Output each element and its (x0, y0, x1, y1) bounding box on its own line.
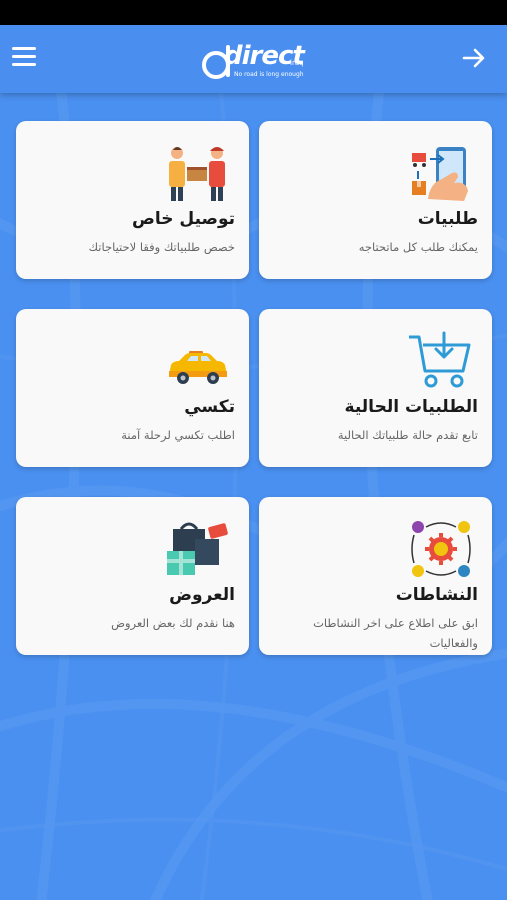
card-subtitle: اطلب تكسي لرحلة آمنة (121, 428, 235, 442)
card-subtitle: تابع تقدم حالة طلبياتك الحالية (337, 428, 478, 442)
menu-icon[interactable] (12, 47, 38, 69)
activities-gear-icon (411, 521, 471, 577)
gift-bags-icon (167, 522, 228, 575)
arrow-right-icon[interactable] (461, 45, 487, 71)
card-offers[interactable]: العروض هنا نقدم لك بعض العروض (16, 497, 249, 655)
card-activities[interactable]: النشاطات ابق على اطلاع على اخر النشاطات … (259, 497, 492, 655)
card-orders[interactable]: طلبيات يمكنك طلب كل ماتحتاجه (259, 121, 492, 279)
card-subtitle: ابق على اطلاع على اخر النشاطات والفعاليا… (313, 616, 478, 650)
card-subtitle: هنا نقدم لك بعض العروض (111, 616, 235, 630)
card-title: الطلبيات الحالية (344, 397, 478, 417)
taxi-icon (169, 351, 227, 384)
logo-tagline: No road is long enough (234, 71, 304, 78)
card-title: تكسي (184, 397, 235, 417)
logo-country: iraq (290, 59, 304, 67)
card-title: النشاطات (395, 585, 478, 605)
card-title: طلبيات (417, 209, 478, 229)
app-logo: direct iraq No road is long enough (200, 39, 310, 83)
card-current-orders[interactable]: الطلبيات الحالية تابع تقدم حالة طلبياتك … (259, 309, 492, 467)
app-bar: direct iraq No road is long enough (0, 25, 507, 93)
card-title: توصيل خاص (131, 209, 235, 229)
cart-icon (409, 331, 471, 388)
card-subtitle: يمكنك طلب كل ماتحتاجه (358, 240, 478, 254)
card-subtitle: خصص طلبياتك وفقا لاحتياجاتك (88, 240, 235, 254)
card-taxi[interactable]: تكسي اطلب تكسي لرحلة آمنة (16, 309, 249, 467)
status-bar (0, 0, 507, 25)
phone-order-icon (412, 147, 468, 201)
card-private-delivery[interactable]: توصيل خاص خصص طلبياتك وفقا لاحتياجاتك (16, 121, 249, 279)
card-title: العروض (169, 585, 235, 605)
delivery-handover-icon (169, 147, 225, 201)
